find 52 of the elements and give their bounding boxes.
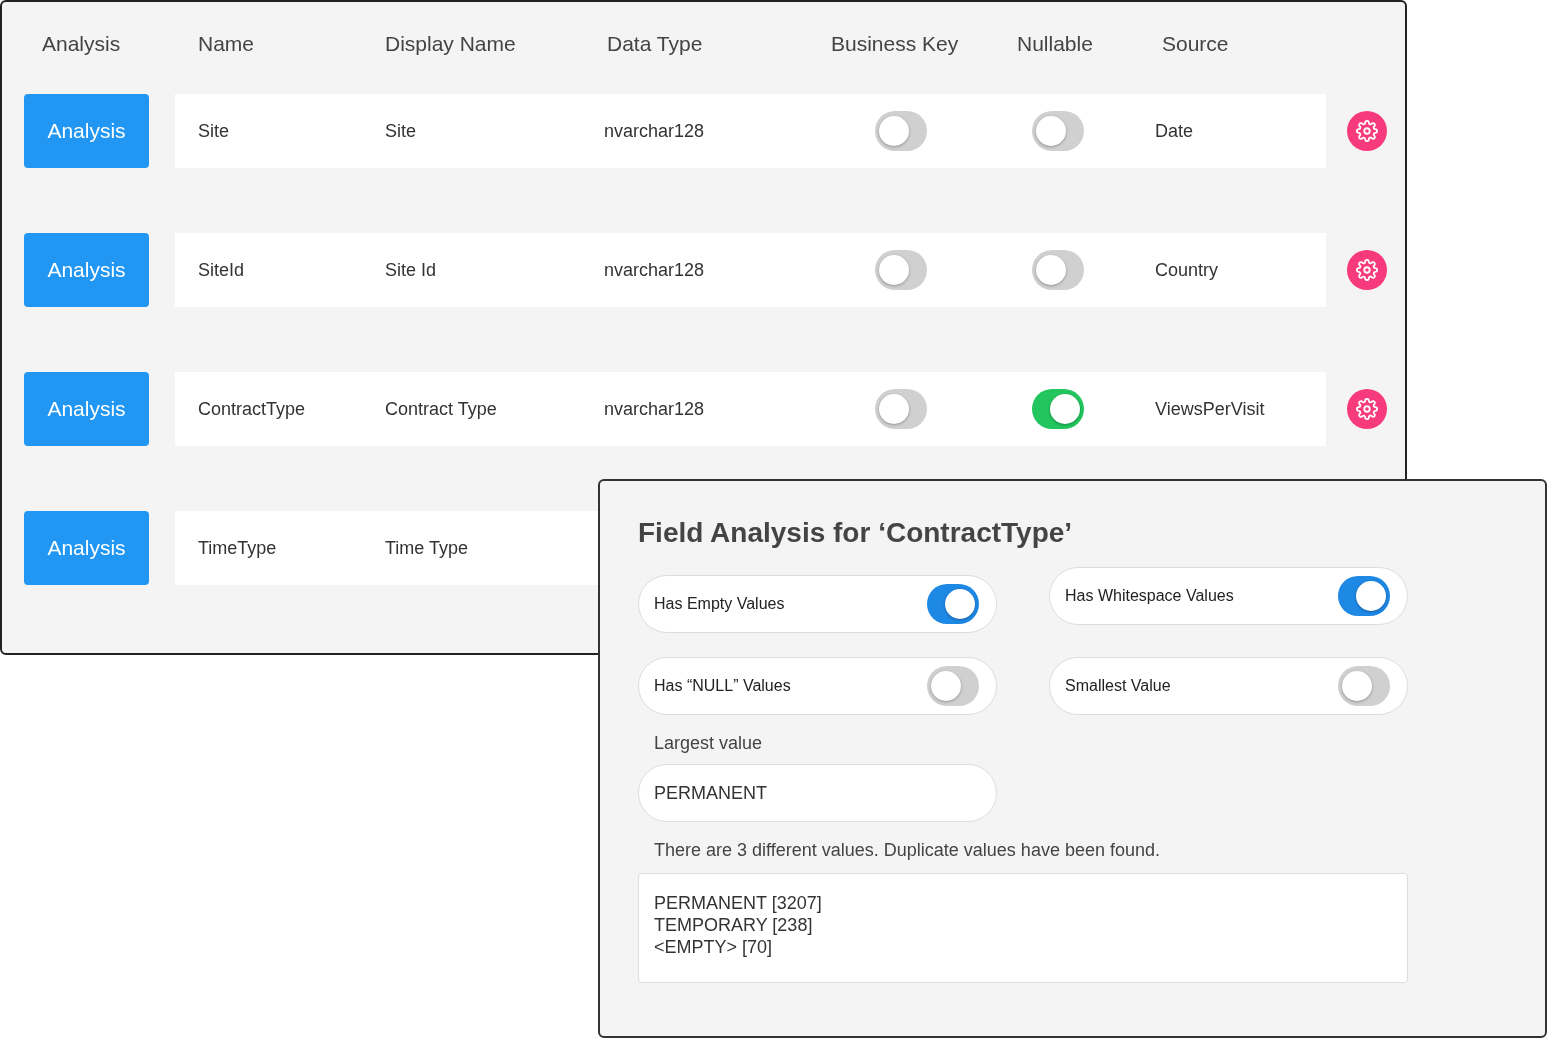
table-cell: ViewsPerVisit [1155,398,1265,420]
analysis-button[interactable]: Analysis [24,511,149,585]
option-toggle[interactable] [927,666,979,706]
table-cell: Country [1155,259,1219,281]
nullable-toggle[interactable] [1032,250,1084,290]
table-cell: nvarchar128 [604,398,705,420]
value-line: <EMPTY> [70] [654,936,774,958]
nullable-toggle[interactable] [1032,389,1084,429]
analysis-button[interactable]: Analysis [24,372,149,446]
business-key-toggle[interactable] [875,111,927,151]
value-line: TEMPORARY [238] [654,914,814,936]
option-label: Has “NULL” Values [654,677,791,695]
column-header: Source [1162,32,1230,56]
table-cell: ContractType [198,398,306,420]
column-header: Analysis [42,32,122,56]
option-toggle[interactable] [927,584,979,624]
settings-icon [1356,398,1378,420]
column-header: Data Type [607,32,704,56]
analysis-button[interactable]: Analysis [24,233,149,307]
largest-value-field[interactable]: PERMANENT [638,764,997,822]
column-header: Name [198,32,256,56]
table-cell: Site [385,120,417,142]
business-key-toggle[interactable] [875,389,927,429]
option-label: Has Empty Values [654,595,785,613]
summary-text: There are 3 different values. Duplicate values have been found. [654,840,1161,861]
column-header: Display Name [385,32,517,56]
table-cell: Contract Type [385,398,497,420]
option-toggle[interactable] [1338,666,1390,706]
value-line: PERMANENT [3207] [654,892,823,914]
table-cell: nvarchar128 [604,120,705,142]
column-header: Business Key [831,32,960,56]
business-key-toggle[interactable] [875,250,927,290]
settings-icon [1356,259,1378,281]
settings-button[interactable] [1347,389,1387,429]
analysis-button[interactable]: Analysis [24,94,149,168]
dialog-title: Field Analysis for ‘ContractType’ [638,517,1074,549]
settings-icon [1356,120,1378,142]
table-cell: Date [1155,120,1194,142]
table-cell: SiteId [198,259,245,281]
option-toggle[interactable] [1338,576,1390,616]
table-cell: TimeType [198,537,277,559]
table-cell: Time Type [385,537,469,559]
nullable-toggle[interactable] [1032,111,1084,151]
table-cell: Site Id [385,259,437,281]
option-label: Smallest Value [1065,677,1171,695]
table-cell: nvarchar128 [604,259,705,281]
table-cell: Site [198,120,230,142]
settings-button[interactable] [1347,250,1387,290]
field-label: Largest value [654,733,764,754]
settings-button[interactable] [1347,111,1387,151]
column-header: Nullable [1017,32,1094,56]
option-label: Has Whitespace Values [1065,587,1234,605]
